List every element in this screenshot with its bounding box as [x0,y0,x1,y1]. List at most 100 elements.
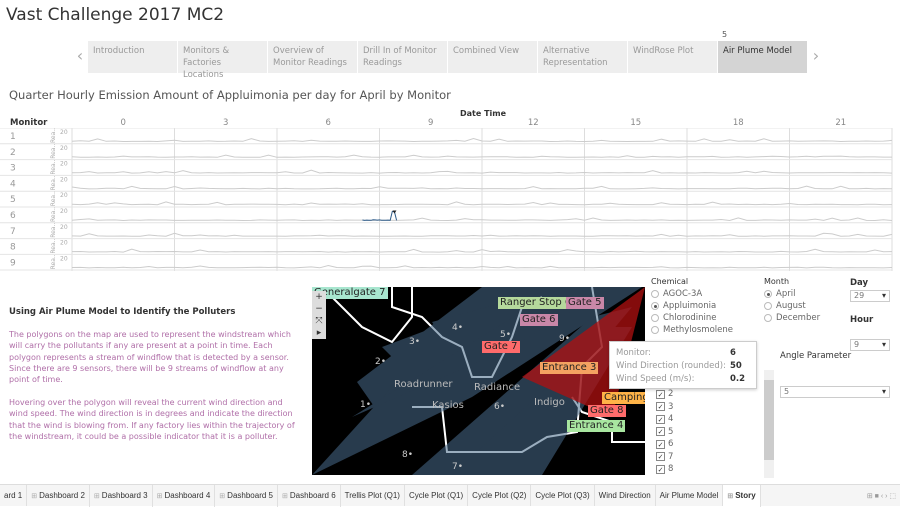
radio-button-icon[interactable] [651,302,659,310]
tab-navigation-controls[interactable]: ⊞ ■ ‹ › ⬚ [867,492,900,500]
radio-option[interactable]: Chlorodinine [651,312,733,324]
prev-story-arrow[interactable]: ‹ [72,41,88,73]
radio-button-icon[interactable] [764,302,772,310]
tab-label: Cycle Plot (Q3) [535,491,590,500]
monitor-marker[interactable]: 5• [500,330,511,340]
reset-map-button[interactable]: ⤧ [312,315,326,327]
expand-toolbar-button[interactable]: ▸ [312,327,326,339]
hour-label: Hour [850,315,874,325]
radio-option[interactable]: April [764,288,820,300]
checkbox-label: 3 [668,401,674,412]
monitor-list-scrollbar[interactable] [764,370,774,478]
y-axis-label: Rea.. [50,191,57,206]
x-tick-label: 0 [120,118,126,128]
monitor-marker[interactable]: 1• [360,400,371,410]
monitor-checkbox[interactable]: ✓ 4 [656,413,673,426]
radio-button-icon[interactable] [651,314,659,322]
checkbox-checked-icon[interactable]: ✓ [656,439,665,449]
sheet-tab[interactable]: Cycle Plot (Q2) [468,485,532,506]
story-point[interactable]: Introduction [88,41,178,73]
monitor-marker[interactable]: 7• [452,462,463,472]
air-plume-map[interactable]: Generalgate 7 Ranger Stop 6 Gate 5 Gate 6 Ga… [312,287,645,475]
sheet-tab[interactable]: ⊞ Dashboard 3 [90,484,153,507]
story-point[interactable]: Alternative Representation [538,41,628,73]
y-tick-label: 20 [60,224,68,231]
radio-option[interactable]: August [764,300,820,312]
sheet-tab[interactable]: ⊞ Dashboard 4 [153,484,216,507]
map-location-label: Entrance 3 [540,362,599,374]
sheet-tab[interactable]: ⊞ Dashboard 6 [278,484,341,507]
monitor-dot-icon: • [365,400,372,410]
checkbox-checked-icon[interactable]: ✓ [656,414,665,424]
month-filter-label: Month [764,277,790,286]
y-tick-label: 20 [60,208,68,215]
radio-button-icon[interactable] [764,314,772,322]
monitor-marker[interactable]: 3• [409,337,420,347]
zoom-out-button[interactable]: − [312,303,326,315]
chemical-filter-label: Chemical [651,277,689,286]
y-tick-label: 20 [60,192,68,199]
story-point[interactable]: Drill In of Monitor Readings [358,41,448,73]
checkbox-checked-icon[interactable]: ✓ [656,464,665,474]
monitor-checkbox[interactable]: ✓ 7 [656,451,673,464]
radio-option[interactable]: December [764,312,820,324]
monitor-row-label: 4 [10,179,16,189]
story-point[interactable]: Combined View [448,41,538,73]
story-navigator: ‹ Introduction Monitors & Factories Locat… [72,41,824,80]
zoom-in-button[interactable]: + [312,291,326,303]
monitor-marker[interactable]: 2• [375,357,386,367]
day-select[interactable]: 29 [850,290,890,302]
trellis-chart[interactable]: 1 20Rea..2 20Rea..3 20Rea..4 20Rea..5 20Rea..… [0,128,900,273]
checkbox-checked-icon[interactable]: ✓ [656,427,665,437]
radio-option[interactable]: Appluimonia [651,300,733,312]
hour-select[interactable]: 9 [850,339,890,351]
monitor-checkbox[interactable]: ✓ 6 [656,438,673,451]
monitor-checkbox[interactable]: ✓ 5 [656,426,673,439]
monitor-marker[interactable]: 8• [402,450,413,460]
story-point[interactable]: WindRose Plot [628,41,718,73]
y-axis-label: Rea.. [50,144,57,159]
radio-option[interactable]: Methylosmolene [651,324,733,336]
y-axis-label: Rea.. [50,238,57,253]
checkbox-checked-icon[interactable]: ✓ [656,402,665,412]
monitor-checkbox[interactable]: ✓ 8 [656,463,673,476]
checkbox-label: 4 [668,414,674,425]
map-toolbar: + − ⤧ ▸ [312,291,326,339]
monitor-dot-icon: • [499,402,506,412]
checkbox-label: 2 [668,389,674,400]
radio-button-icon[interactable] [651,326,659,334]
checkbox-checked-icon[interactable]: ✓ [656,389,665,399]
radio-button-icon[interactable] [764,290,772,298]
story-point[interactable]: Monitors & Factories Locations [178,41,268,80]
tab-label: Cycle Plot (Q1) [408,491,464,500]
dashboard-icon: ⊞ [31,492,38,500]
angle-parameter-select[interactable]: 5 [780,386,890,398]
story-point[interactable]: Air Plume Model [718,41,808,73]
monitor-marker[interactable]: 9• [559,334,570,344]
sheet-tab[interactable]: Trellis Plot (Q1) [341,485,405,506]
radio-button-icon[interactable] [651,290,659,298]
monitor-marker[interactable]: 4• [452,323,463,333]
monitor-checkbox[interactable]: ✓ 3 [656,401,673,414]
map-location-label: Ranger Stop 6 [498,297,574,309]
tab-label: Wind Direction [598,491,651,500]
sheet-tab[interactable]: ard 1 [0,485,28,506]
tooltip-value: 50 [730,361,742,371]
sheet-tab[interactable]: Wind Direction [595,485,656,506]
monitor-row-label: 3 [10,164,16,174]
sheet-tab[interactable]: ⊞ Dashboard 5 [215,484,278,507]
next-story-arrow[interactable]: › [808,41,824,73]
story-point[interactable]: Overview of Monitor Readings [268,41,358,73]
panel-heading: Using Air Plume Model to Identify the Po… [9,307,236,317]
radio-option[interactable]: AGOC-3A [651,288,733,300]
monitor-checkbox[interactable]: ✓ 2 [656,388,673,401]
checkbox-checked-icon[interactable]: ✓ [656,452,665,462]
sheet-tab[interactable]: Cycle Plot (Q3) [531,485,595,506]
map-location-label: Roadrunner [394,379,453,390]
sheet-tab[interactable]: Air Plume Model [656,485,724,506]
sheet-tab[interactable]: Cycle Plot (Q1) [405,485,469,506]
monitor-marker[interactable]: 6• [494,402,505,412]
sheet-tab[interactable]: ⊞ Dashboard 2 [27,484,90,507]
map-location-label: Gate 6 [520,314,558,326]
sheet-tab[interactable]: ⊞ Story [723,484,761,507]
